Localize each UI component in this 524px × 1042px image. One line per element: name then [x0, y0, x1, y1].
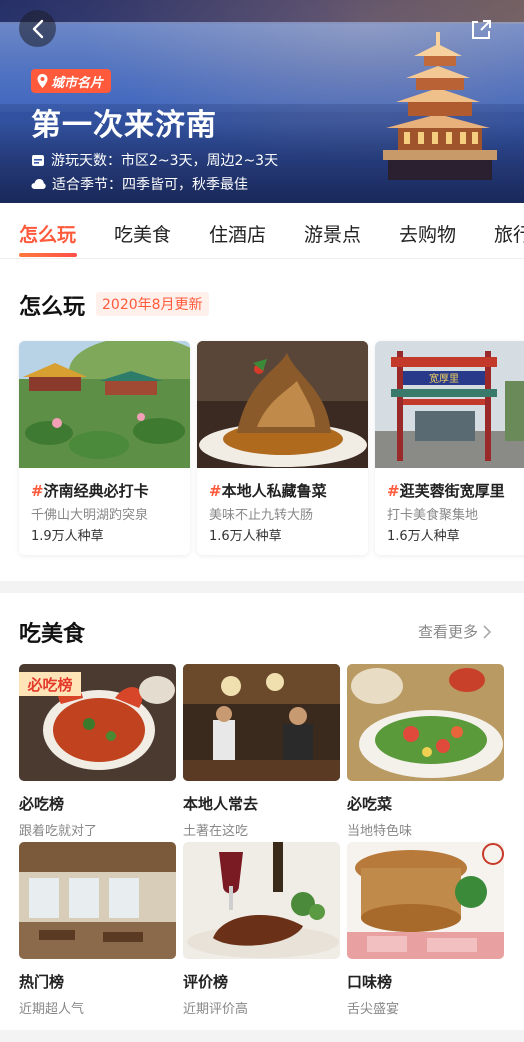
play-card[interactable]: #本地人私藏鲁菜 美味不止九转大肠 1.6万人种草 — [197, 341, 368, 555]
hero-banner: 城市名片 第一次来济南 游玩天数：市区2~3天，周边2~3天 适合季节：四季皆可… — [0, 0, 524, 203]
calendar-icon — [32, 155, 44, 166]
card-count: 1.6万人种草 — [209, 529, 282, 544]
tile-desc: 土著在这吃 — [183, 824, 249, 839]
food-tile-rated[interactable]: 评价榜 近期评价高 — [183, 842, 340, 1017]
see-more-link[interactable]: 查看更多 — [418, 621, 492, 642]
days-info: 游玩天数：市区2~3天，周边2~3天 — [31, 150, 278, 170]
section-title-food: 吃美食 — [19, 622, 86, 647]
share-button[interactable] — [462, 10, 499, 47]
pagoda-image — [383, 32, 497, 180]
tile-image-salad — [347, 664, 504, 781]
cloud-icon — [31, 179, 46, 189]
tile-name: 评价榜 — [183, 973, 229, 991]
section-divider-bottom — [0, 1030, 524, 1042]
tile-image-restaurant — [183, 664, 340, 781]
hero-skyline — [0, 0, 524, 24]
page-title: 第一次来济南 — [31, 108, 217, 143]
card-image-dish — [197, 341, 368, 468]
food-tile-taste[interactable]: 口味榜 舌尖盛宴 — [347, 842, 504, 1017]
tile-image-hotpot — [347, 842, 504, 959]
tile-name: 热门榜 — [19, 973, 65, 991]
tile-desc: 近期超人气 — [19, 1002, 85, 1017]
card-count: 1.9万人种草 — [31, 529, 104, 544]
tab-hotel[interactable]: 住酒店 — [209, 220, 266, 247]
must-eat-stamp: 必吃榜 — [26, 676, 72, 694]
play-card[interactable]: 宽厚里 #逛芙蓉街宽厚里 打卡美食聚集地 1.6万人种草 — [375, 341, 524, 555]
card-subtitle: 打卡美食聚集地 — [387, 508, 479, 523]
tab-sights[interactable]: 游景点 — [304, 220, 361, 247]
chevron-right-icon — [483, 624, 492, 639]
tile-name: 本地人常去 — [183, 795, 259, 813]
food-tile-must-eat[interactable]: 必吃榜 必吃榜 跟着吃就对了 — [19, 664, 176, 839]
tile-image-steak — [183, 842, 340, 959]
tile-name: 口味榜 — [347, 973, 393, 991]
tile-desc: 近期评价高 — [183, 1002, 249, 1017]
card-image-gate: 宽厚里 — [375, 341, 524, 468]
food-tile-must-try-dish[interactable]: 必吃菜 当地特色味 — [347, 664, 504, 839]
tab-play[interactable]: 怎么玩 — [19, 220, 76, 247]
tile-desc: 当地特色味 — [347, 824, 413, 839]
season-info-text: 适合季节：四季皆可，秋季最佳 — [52, 177, 248, 193]
tile-desc: 跟着吃就对了 — [19, 824, 98, 839]
card-title: #本地人私藏鲁菜 — [209, 482, 327, 500]
tile-image-crayfish: 必吃榜 — [19, 664, 176, 781]
section-title-play: 怎么玩 — [19, 295, 86, 320]
active-tab-indicator — [19, 253, 77, 257]
location-pin-icon — [37, 74, 48, 88]
chevron-left-icon — [32, 19, 43, 38]
tab-travel[interactable]: 旅行 — [494, 220, 524, 247]
city-card-badge-label: 城市名片 — [51, 75, 104, 91]
card-subtitle: 美味不止九转大肠 — [209, 508, 314, 523]
card-title: #逛芙蓉街宽厚里 — [387, 482, 505, 500]
see-more-label: 查看更多 — [418, 623, 479, 641]
food-tile-locals[interactable]: 本地人常去 土著在这吃 — [183, 664, 340, 839]
tile-image-dining-room — [19, 842, 176, 959]
tile-name: 必吃榜 — [19, 795, 65, 813]
category-tabs: 怎么玩 吃美食 住酒店 游景点 去购物 旅行 — [0, 203, 524, 259]
card-image-lake — [19, 341, 190, 468]
days-info-text: 游玩天数：市区2~3天，周边2~3天 — [51, 153, 279, 169]
tab-shopping[interactable]: 去购物 — [399, 220, 456, 247]
update-badge: 2020年8月更新 — [96, 292, 209, 316]
section-divider — [0, 581, 524, 593]
season-info: 适合季节：四季皆可，秋季最佳 — [31, 174, 248, 194]
city-card-badge: 城市名片 — [31, 69, 112, 93]
card-subtitle: 千佛山大明湖趵突泉 — [31, 508, 149, 523]
food-tile-hot[interactable]: 热门榜 近期超人气 — [19, 842, 176, 1017]
card-count: 1.6万人种草 — [387, 529, 460, 544]
tile-desc: 舌尖盛宴 — [347, 1002, 400, 1017]
gate-sign-text: 宽厚里 — [429, 372, 459, 385]
tile-name: 必吃菜 — [347, 795, 393, 813]
back-button[interactable] — [19, 10, 56, 47]
tab-food[interactable]: 吃美食 — [114, 220, 171, 247]
card-title: #济南经典必打卡 — [31, 482, 149, 500]
play-card[interactable]: #济南经典必打卡 千佛山大明湖趵突泉 1.9万人种草 — [19, 341, 190, 555]
share-icon — [471, 19, 491, 39]
